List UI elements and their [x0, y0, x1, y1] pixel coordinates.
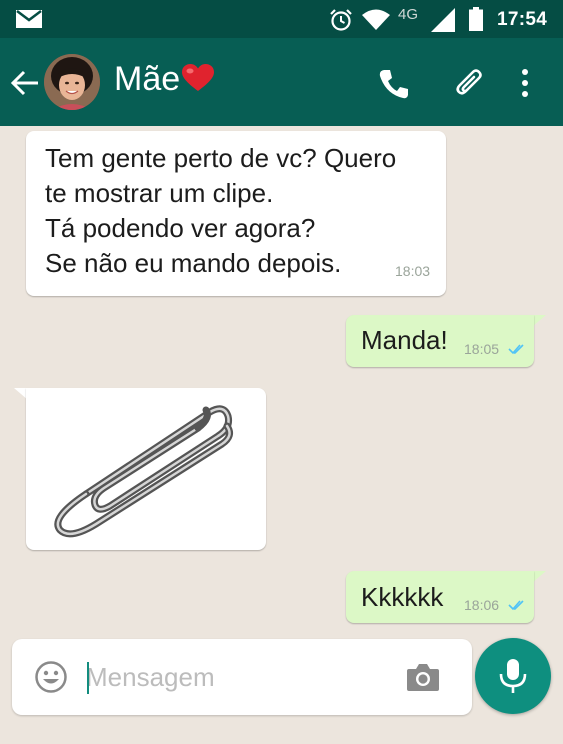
- more-vert-icon[interactable]: [516, 68, 534, 98]
- bubble-tail: [532, 315, 546, 327]
- chat-header: Mãe: [0, 38, 563, 126]
- compose-bar: [12, 639, 472, 715]
- wifi-icon: [362, 9, 390, 30]
- avatar[interactable]: [44, 54, 100, 110]
- message-time: 18:05: [464, 341, 500, 357]
- message-text: Tem gente perto de vc? Quero te mostrar …: [45, 141, 405, 281]
- alarm-icon: [330, 9, 352, 31]
- message-text: Manda!: [361, 325, 448, 355]
- incoming-image-message[interactable]: [26, 388, 266, 550]
- paperclip-image[interactable]: [26, 388, 266, 550]
- message-input[interactable]: [86, 657, 386, 697]
- read-ticks-icon: [508, 344, 524, 355]
- network-type: 4G: [398, 6, 419, 23]
- message-time: 18:06: [464, 597, 500, 613]
- back-arrow-icon[interactable]: [8, 66, 42, 100]
- emoji-icon[interactable]: [34, 660, 68, 694]
- message-text: Kkkkkk: [361, 582, 444, 612]
- paperclip-icon[interactable]: [452, 66, 488, 102]
- status-time: 17:54: [497, 9, 548, 30]
- phone-icon[interactable]: [378, 68, 410, 100]
- contact-name[interactable]: Mãe: [114, 60, 215, 101]
- message-line: Tá podendo ver agora?: [45, 213, 316, 243]
- contact-name-label: Mãe: [114, 60, 181, 98]
- status-bar: 4G 17:54: [0, 0, 563, 38]
- text-cursor: [87, 662, 89, 694]
- signal-icon: [431, 8, 455, 32]
- outgoing-message[interactable]: Kkkkkk 18:06: [346, 571, 534, 623]
- mail-icon: [16, 10, 42, 28]
- read-ticks-icon: [508, 600, 524, 611]
- battery-icon: [469, 7, 483, 31]
- heart-emoji: [182, 62, 215, 101]
- message-line: Tem gente perto de vc? Quero: [45, 143, 397, 173]
- mic-icon: [499, 659, 527, 693]
- message-line: Se não eu mando depois.: [45, 248, 342, 278]
- bubble-tail: [532, 571, 546, 583]
- mic-button[interactable]: [475, 638, 551, 714]
- camera-icon[interactable]: [406, 662, 440, 692]
- outgoing-message[interactable]: Manda! 18:05: [346, 315, 534, 367]
- incoming-message[interactable]: Tem gente perto de vc? Quero te mostrar …: [26, 131, 446, 296]
- message-time: 18:03: [395, 263, 431, 279]
- message-line: te mostrar um clipe.: [45, 178, 274, 208]
